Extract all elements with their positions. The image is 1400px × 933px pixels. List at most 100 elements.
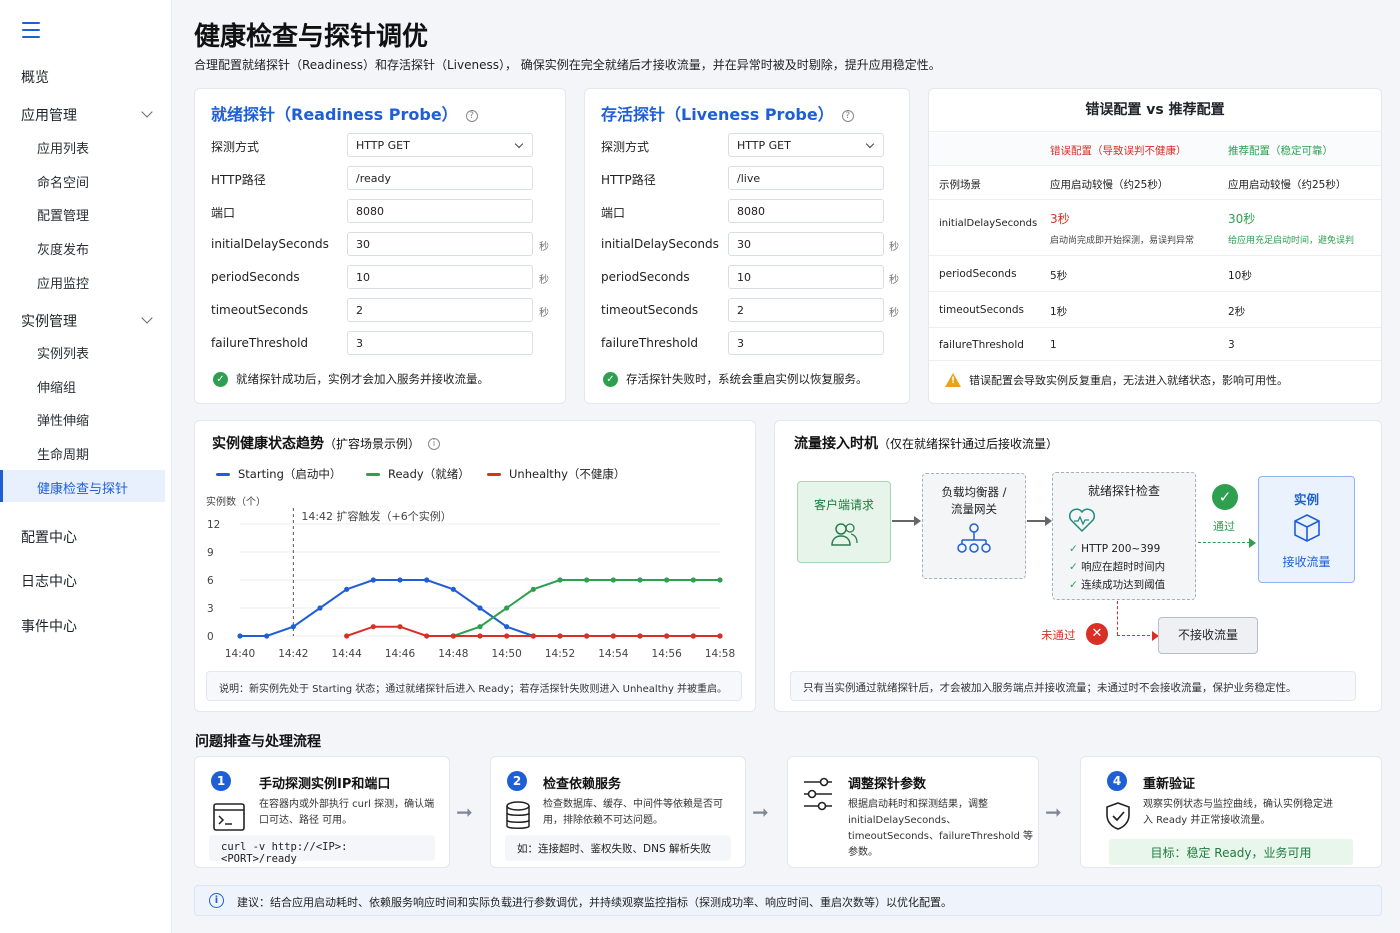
check-icon: ✓ [1069,561,1078,573]
initial-delay-input[interactable]: 30 [728,232,884,256]
nav-log-center[interactable]: 日志中心 [21,571,77,591]
good-col-header: 推荐配置（稳定可靠） [1228,145,1333,157]
nav-event-center[interactable]: 事件中心 [21,616,77,636]
data-point [610,633,616,639]
nav-lifecycle[interactable]: 生命周期 [37,444,89,463]
initial-delay-input[interactable]: 30 [347,232,533,256]
probe-method-select[interactable]: HTTP GET [728,133,884,157]
port-input[interactable]: 8080 [728,199,884,223]
data-point [370,577,376,583]
row-label: periodSeconds [939,268,1017,280]
nav-app-monitor[interactable]: 应用监控 [37,273,89,292]
bad-note: 启动尚完成即开始探测，易误判异常 [1050,236,1195,246]
help-icon[interactable]: ? [465,109,478,122]
nav-namespace[interactable]: 命名空间 [37,172,89,191]
legend-starting: Starting（启动中） [216,466,341,482]
field-label: initialDelaySeconds [211,237,329,251]
nav-gray-release[interactable]: 灰度发布 [37,239,89,258]
data-point [397,577,403,583]
step-card-2: 2 检查依赖服务 检查数据库、缓存、中间件等依赖是否可用，排除依赖不可达问题。 … [490,756,746,868]
failure-threshold-input[interactable]: 3 [728,331,884,355]
hamburger-menu-icon[interactable] [22,22,40,38]
field-label: 端口 [601,206,626,220]
nav-app-list[interactable]: 应用列表 [37,138,89,157]
compare-header-row: 错误配置（导致误判不健康） 推荐配置（稳定可靠） [929,131,1381,165]
http-path-input[interactable]: /live [728,166,884,190]
period-input[interactable]: 10 [728,265,884,289]
chevron-down-icon[interactable] [141,312,153,324]
data-point [717,633,723,639]
help-icon[interactable]: ? [841,109,854,122]
y-axis-label: 实例数（个） [206,495,266,508]
field-label: 端口 [211,206,236,220]
flow-arrow [1027,520,1047,522]
readiness-title: 就绪探针（Readiness Probe）? [211,101,478,125]
step-goal: 目标：稳定 Ready，业务可用 [1109,839,1353,865]
bad-value: 1秒 [1050,306,1068,318]
chevron-down-icon [514,139,524,149]
instance-box: 实例 接收流量 [1258,476,1355,583]
failure-threshold-input[interactable]: 3 [347,331,533,355]
data-point [530,586,536,592]
port-input[interactable]: 8080 [347,199,533,223]
step-description: 在容器内或外部执行 curl 探测，确认端口可达、路径 可用。 [259,799,435,826]
flow-note: 只有当实例通过就绪探针后，才会被加入服务端点并接收流量；未通过时不会接收流量，保… [790,671,1356,701]
users-icon [831,523,858,546]
good-value: 应用启动较慢（约25秒） [1228,179,1347,191]
probe-method-select[interactable]: HTTP GET [347,133,533,157]
unit-label: 秒 [539,308,549,319]
nav-instance-management[interactable]: 实例管理 [21,311,77,331]
check-title: 就绪探针检查 [1087,484,1160,498]
nav-instance-list[interactable]: 实例列表 [37,343,89,362]
row-label: initialDelaySeconds [939,218,1038,229]
x-tick-label: 14:40 [225,648,255,660]
timeout-input[interactable]: 2 [728,298,884,322]
unit-label: 秒 [889,275,899,286]
http-path-input[interactable]: /ready [347,166,533,190]
data-point [344,633,350,639]
good-note: 给应用充足启动时间，避免误判 [1228,236,1355,246]
nav-overview[interactable]: 概览 [21,67,49,87]
field-label: failureThreshold [601,336,699,350]
field-label: periodSeconds [601,270,690,284]
client-label: 客户端请求 [813,498,874,512]
chevron-down-icon[interactable] [141,106,153,118]
nav-config-center[interactable]: 配置中心 [21,527,77,547]
nav-auto-scaling[interactable]: 弹性伸缩 [37,410,89,429]
info-icon[interactable]: i [428,438,441,450]
field-label: HTTP路径 [601,173,656,187]
fail-connector [1117,601,1118,635]
nav-config-management[interactable]: 配置管理 [37,205,89,224]
timeout-input[interactable]: 2 [347,298,533,322]
good-value: 30秒 [1228,212,1256,226]
readiness-probe-card: 就绪探针（Readiness Probe）? 探测方式 HTTP GET HTT… [194,88,566,404]
scale-event-annotation: 14:42 扩容触发（+6个实例） [301,509,451,523]
compare-title: 错误配置 vs 推荐配置 [1085,102,1225,118]
good-value: 10秒 [1228,270,1252,282]
fail-label: 未通过 [1041,628,1076,642]
nav-app-management[interactable]: 应用管理 [21,105,77,125]
data-point [237,633,243,639]
data-point [317,605,323,611]
row-label: 示例场景 [939,179,981,191]
readiness-check-box: 就绪探针检查 ✓ HTTP 200~399 ✓ 响应在超时时间内 ✓ 连续成功达… [1052,472,1196,600]
data-point [584,577,590,583]
nav-scaling-group[interactable]: 伸缩组 [37,377,76,396]
step-description: 检查数据库、缓存、中间件等依赖是否可用，排除依赖不可达问题。 [543,799,723,826]
data-point [424,633,430,639]
chevron-down-icon [865,139,875,149]
cube-icon [1293,514,1320,542]
arrow-head-icon [1045,516,1052,526]
check-circle-icon: ✓ [603,371,618,387]
legend-ready: Ready（就绪） [366,466,470,482]
tip-text: 建议：结合应用启动耗时、依赖服务响应时间和实际负载进行参数调优，并持续观察监控指… [237,896,952,909]
period-input[interactable]: 10 [347,265,533,289]
sliders-icon [804,777,832,811]
load-balancer-box: 负载均衡器 / 流量网关 [922,473,1026,579]
nav-health-check-active[interactable]: 健康检查与探针 [0,470,165,502]
check-icon: ✓ [1069,543,1078,555]
data-point [610,577,616,583]
data-point [424,577,430,583]
client-request-box: 客户端请求 [797,481,891,563]
receive-label: 接收流量 [1282,555,1331,569]
